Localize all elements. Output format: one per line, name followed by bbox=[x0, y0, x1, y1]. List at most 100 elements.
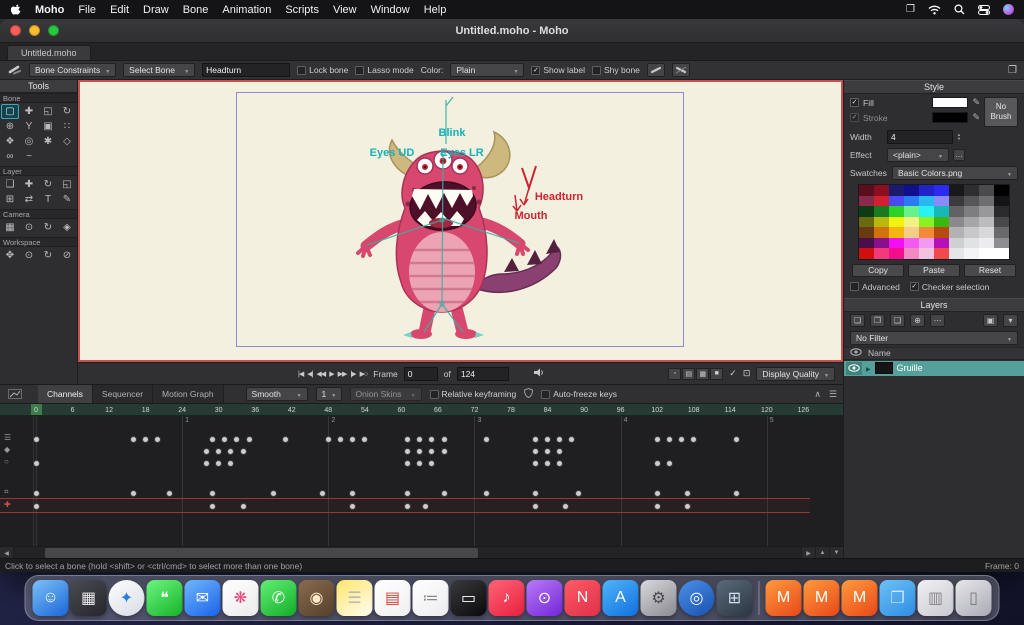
keyframe-dot[interactable] bbox=[319, 490, 325, 496]
keyframe-dot[interactable] bbox=[666, 436, 672, 442]
display-quality-dropdown[interactable]: Display Quality bbox=[756, 366, 835, 381]
keyframe-dot[interactable] bbox=[654, 436, 660, 442]
swatches-dropdown[interactable]: Basic Colors.png bbox=[892, 166, 1018, 180]
control-center-icon[interactable] bbox=[978, 4, 990, 15]
palette-swatch[interactable] bbox=[919, 227, 934, 238]
effect-dropdown[interactable]: <plain> bbox=[887, 148, 949, 162]
dock-app-blue[interactable]: ◎ bbox=[678, 580, 715, 616]
keyframe-dot[interactable] bbox=[545, 448, 551, 454]
rotate-workspace-tool[interactable]: ↻ bbox=[39, 248, 57, 263]
keyframe-dot[interactable] bbox=[484, 436, 490, 442]
palette-swatch[interactable] bbox=[904, 227, 919, 238]
advanced-checkbox[interactable]: Advanced bbox=[850, 282, 900, 292]
pencil-tool-tool[interactable]: ✎ bbox=[58, 192, 76, 207]
keyframe-dot[interactable] bbox=[685, 503, 691, 509]
follow-path-tool[interactable]: ⊞ bbox=[1, 192, 19, 207]
palette-swatch[interactable] bbox=[964, 227, 979, 238]
keyframe-dot[interactable] bbox=[532, 436, 538, 442]
keyframe-dot[interactable] bbox=[563, 503, 569, 509]
tab-channels[interactable]: Channels bbox=[38, 385, 93, 403]
palette-swatch[interactable] bbox=[934, 237, 949, 248]
dock-photo-booth[interactable]: ◉ bbox=[298, 580, 335, 616]
palette-swatch[interactable] bbox=[874, 216, 889, 227]
quality-outline-button[interactable]: ▫ bbox=[668, 367, 682, 380]
channel-icon-translation-channel[interactable]: ○ bbox=[4, 458, 9, 466]
pan-tilt-camera-tool[interactable]: ◈ bbox=[58, 220, 76, 235]
keyframe-dot[interactable] bbox=[733, 436, 739, 442]
palette-swatch[interactable] bbox=[889, 227, 904, 238]
quality-full-button[interactable]: ■ bbox=[710, 367, 724, 380]
keyframe-dot[interactable] bbox=[234, 436, 240, 442]
layer-visibility-toggle[interactable] bbox=[846, 361, 862, 375]
keyframe-dot[interactable] bbox=[545, 436, 551, 442]
keyframe-dot[interactable] bbox=[33, 503, 39, 509]
previous-keyframe-button[interactable]: ◀| bbox=[307, 370, 313, 378]
dock-facetime[interactable]: ✆ bbox=[260, 580, 297, 616]
palette-swatch[interactable] bbox=[949, 216, 964, 227]
dock-notes[interactable]: ☰ bbox=[336, 580, 373, 616]
add-bone-tool[interactable]: ⊕ bbox=[1, 119, 19, 134]
keyframe-dot[interactable] bbox=[654, 503, 660, 509]
title-bar[interactable]: Untitled.moho - Moho bbox=[0, 19, 1024, 43]
palette-swatch[interactable] bbox=[979, 206, 994, 217]
palette-swatch[interactable] bbox=[934, 227, 949, 238]
keyframe-dot[interactable] bbox=[417, 460, 423, 466]
palette-swatch[interactable] bbox=[859, 216, 874, 227]
no-brush-button[interactable]: No Brush bbox=[984, 97, 1018, 127]
keyframe-dot[interactable] bbox=[733, 490, 739, 496]
collapse-timeline-icon[interactable]: ∧ bbox=[814, 389, 821, 400]
keyframe-dot[interactable] bbox=[228, 460, 234, 466]
channel-icon-selected-bone-channel[interactable]: ✚ bbox=[4, 501, 11, 509]
palette-swatch[interactable] bbox=[934, 185, 949, 196]
palette-swatch[interactable] bbox=[874, 227, 889, 238]
dock-tv[interactable]: ▭ bbox=[450, 580, 487, 616]
jump-to-start-button[interactable]: |◀ bbox=[298, 370, 304, 378]
palette-swatch[interactable] bbox=[859, 237, 874, 248]
layers-menu-button[interactable]: ▾ bbox=[1003, 313, 1018, 327]
palette-swatch[interactable] bbox=[979, 227, 994, 238]
palette-swatch[interactable] bbox=[994, 237, 1009, 248]
palette-swatch[interactable] bbox=[904, 206, 919, 217]
palette-swatch[interactable] bbox=[994, 248, 1009, 259]
keyframe-dot[interactable] bbox=[216, 460, 222, 466]
layer-settings-button[interactable]: ▣ bbox=[983, 313, 998, 327]
palette-swatch[interactable] bbox=[964, 248, 979, 259]
play-button[interactable]: ▶ bbox=[329, 370, 334, 378]
palette-swatch[interactable] bbox=[889, 248, 904, 259]
menu-item-help[interactable]: Help bbox=[424, 4, 447, 16]
auto-freeze-checkbox[interactable]: Auto-freeze keys bbox=[541, 389, 617, 399]
palette-swatch[interactable] bbox=[934, 216, 949, 227]
width-stepper[interactable]: ▲ ▼ bbox=[957, 132, 961, 142]
palette-swatch[interactable] bbox=[979, 248, 994, 259]
palette-swatch[interactable] bbox=[859, 206, 874, 217]
keyframe-dot[interactable] bbox=[210, 436, 216, 442]
keyframe-dot[interactable] bbox=[404, 490, 410, 496]
dock-calendar[interactable]: ▤ bbox=[374, 580, 411, 616]
safe-area-icon[interactable]: ⊡ bbox=[743, 368, 751, 379]
palette-swatch[interactable] bbox=[904, 216, 919, 227]
dock-moho-1[interactable]: M bbox=[765, 580, 802, 616]
keyframe-dot[interactable] bbox=[654, 460, 660, 466]
palette-swatch[interactable] bbox=[889, 216, 904, 227]
palette-swatch[interactable] bbox=[889, 237, 904, 248]
palette-swatch[interactable] bbox=[934, 195, 949, 206]
keyframe-dot[interactable] bbox=[240, 503, 246, 509]
keyframe-dot[interactable] bbox=[143, 436, 149, 442]
palette-swatch[interactable] bbox=[859, 227, 874, 238]
frame-step-dropdown[interactable]: 1 bbox=[315, 387, 342, 401]
copy-style-button[interactable]: Copy bbox=[852, 263, 904, 277]
text-tool-tool[interactable]: T bbox=[39, 192, 57, 207]
effect-options-button[interactable] bbox=[953, 149, 965, 161]
palette-swatch[interactable] bbox=[859, 185, 874, 196]
fill-color-swatch[interactable] bbox=[932, 97, 969, 108]
menu-item-file[interactable]: File bbox=[78, 4, 96, 16]
palette-swatch[interactable] bbox=[859, 248, 874, 259]
menu-item-moho[interactable]: Moho bbox=[35, 4, 64, 16]
menu-item-scripts[interactable]: Scripts bbox=[285, 4, 319, 16]
keyframe-dot[interactable] bbox=[484, 490, 490, 496]
keyframe-dot[interactable] bbox=[325, 436, 331, 442]
dock-system-settings[interactable]: ⚙ bbox=[640, 580, 677, 616]
audio-icon[interactable] bbox=[533, 368, 544, 379]
bone-label-headturn[interactable]: Headturn bbox=[535, 191, 584, 203]
transform-bone-tool[interactable]: ◇ bbox=[58, 134, 76, 149]
